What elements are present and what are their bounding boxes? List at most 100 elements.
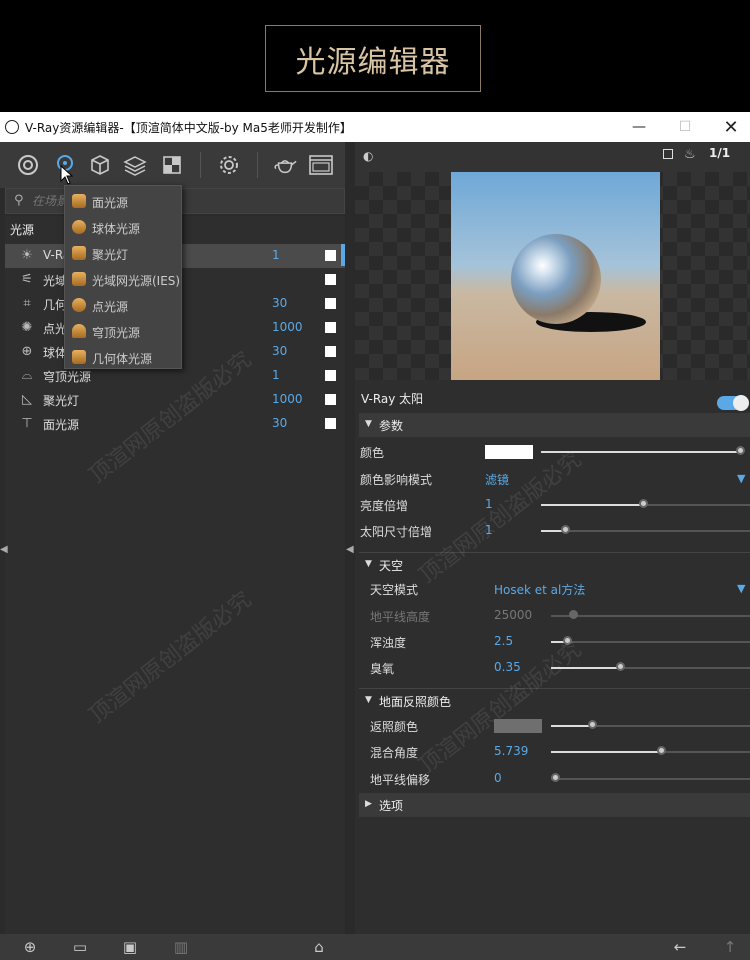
preview-counter[interactable]: 1/1 [709,146,730,160]
close-button[interactable]: ✕ [708,112,750,142]
light-intensity[interactable]: 30 [272,296,287,310]
save-icon[interactable]: ▣ [120,938,140,956]
sphere-light-icon [72,220,86,234]
turbidity-slider-handle[interactable] [563,636,572,645]
mesh-light-icon [72,350,86,364]
menu-item-sphere-light[interactable]: 球体光源 [65,214,181,240]
frame-buffer-icon[interactable] [308,152,334,178]
sky-model-select[interactable]: Hosek et al方法 [494,581,585,598]
albedo-slider[interactable] [551,725,591,727]
size-slider-handle[interactable] [561,525,570,534]
light-enable-toggle[interactable] [717,395,749,411]
horizon-offset-value[interactable]: 0 [494,771,502,785]
search-icon: ⚲ [14,193,24,208]
light-row-rect[interactable]: ⊤ 面光源 30 [5,412,345,436]
enable-checkbox[interactable] [325,346,336,357]
horizon-offset-slider[interactable] [551,778,750,780]
horizon-value[interactable]: 25000 [494,608,532,622]
ozone-slider[interactable] [551,667,619,669]
delete-icon[interactable]: ▥ [171,938,191,956]
horizon-slider-handle[interactable] [569,610,578,619]
blend-value[interactable]: 5.739 [494,744,528,758]
section-params[interactable]: ▼ 参数 [359,413,750,437]
albedo-slider-rest[interactable] [591,725,750,727]
intensity-value[interactable]: 1 [485,497,493,511]
enable-checkbox[interactable] [325,250,336,261]
panel-splitter[interactable]: ◀ [345,142,355,934]
intensity-slider-handle[interactable] [639,499,648,508]
textures-icon[interactable] [159,152,185,178]
intensity-slider[interactable] [541,504,645,506]
arrow-up-icon[interactable]: ↑ [720,938,740,956]
preview-teapot-icon[interactable]: ♨ [684,147,696,162]
enable-checkbox[interactable] [325,418,336,429]
color-slider[interactable] [541,451,743,453]
section-ground-albedo[interactable]: ▼ 地面反照颜色 [359,688,750,712]
intensity-slider-rest[interactable] [645,504,750,506]
layers-icon[interactable] [122,152,148,178]
enable-checkbox[interactable] [325,274,336,285]
enable-checkbox[interactable] [325,298,336,309]
ozone-slider-rest[interactable] [619,667,750,669]
ozone-slider-handle[interactable] [616,662,625,671]
light-intensity[interactable]: 1000 [272,320,303,334]
chevron-down-icon[interactable]: ▼ [737,582,745,595]
preview-toolbar: ◐ ♨ 1/1 [355,142,750,172]
light-intensity[interactable]: 30 [272,344,287,358]
add-asset-icon[interactable]: ⊕ [20,938,40,956]
horizon-offset-slider-handle[interactable] [551,773,560,782]
ozone-value[interactable]: 0.35 [494,660,521,674]
expand-left-arrow-icon[interactable]: ◀ [0,544,8,555]
open-folder-icon[interactable]: ▭ [70,938,90,956]
size-value[interactable]: 1 [485,523,493,537]
albedo-slider-handle[interactable] [588,720,597,729]
color-mode-select[interactable]: 滤镜 [485,471,509,488]
enable-checkbox[interactable] [325,370,336,381]
light-intensity[interactable]: 1 [272,368,280,382]
horizon-slider[interactable] [551,615,750,617]
section-options[interactable]: ▶ 选项 [359,793,750,817]
menu-item-dome-light[interactable]: 穹顶光源 [65,318,181,344]
section-sky[interactable]: ▼ 天空 [359,552,750,576]
enable-checkbox[interactable] [325,394,336,405]
collapse-left-arrow-icon[interactable]: ◀ [346,544,354,555]
minimize-button[interactable]: — [616,112,662,142]
window-title: V-Ray资源编辑器-【顶渲简体中文版-by Ma5老师开发制作】 [25,120,352,135]
blend-slider[interactable] [551,751,661,753]
sun-header: V-Ray 太阳 [355,386,750,411]
arrow-left-icon[interactable]: ← [670,938,690,956]
chevron-down-icon[interactable]: ▼ [737,472,745,485]
dome-light-icon [72,324,86,338]
spot-light-icon [72,246,86,260]
horizon-label: 地平线高度 [370,610,431,624]
color-slider-handle[interactable] [736,446,745,455]
maximize-button[interactable]: ☐ [662,112,708,142]
light-intensity[interactable]: 1000 [272,392,303,406]
menu-item-ies-light[interactable]: 光域网光源(IES) [65,266,181,292]
purge-broom-icon[interactable]: ⌂ [309,938,329,956]
size-slider-rest[interactable] [566,530,750,532]
menu-item-rect-light[interactable]: 面光源 [65,188,181,214]
light-row-spot[interactable]: ◺ 聚光灯 1000 [5,388,345,412]
geometry-icon[interactable] [87,152,113,178]
menu-item-label: 光域网光源(IES) [92,274,181,288]
blend-slider-handle[interactable] [657,746,666,755]
enable-checkbox[interactable] [325,322,336,333]
menu-item-spot-light[interactable]: 聚光灯 [65,240,181,266]
render-teapot-icon[interactable] [272,152,298,178]
rect-light-icon: ⊤ [21,416,33,431]
region-icon[interactable] [663,149,673,159]
settings-icon[interactable] [216,152,242,178]
menu-item-label: 点光源 [92,300,129,314]
color-swatch[interactable] [485,445,533,459]
light-intensity[interactable]: 30 [272,416,287,430]
blend-slider-rest[interactable] [661,751,750,753]
turbidity-value[interactable]: 2.5 [494,634,513,648]
menu-item-omni-light[interactable]: 点光源 [65,292,181,318]
light-intensity[interactable]: 1 [272,248,280,262]
albedo-swatch[interactable] [494,719,542,733]
menu-item-mesh-light[interactable]: 几何体光源 [65,344,181,370]
title-bar: V-Ray资源编辑器-【顶渲简体中文版-by Ma5老师开发制作】 — ☐ ✕ [0,112,750,142]
turbidity-slider-rest[interactable] [565,641,750,643]
materials-icon[interactable] [15,152,41,178]
